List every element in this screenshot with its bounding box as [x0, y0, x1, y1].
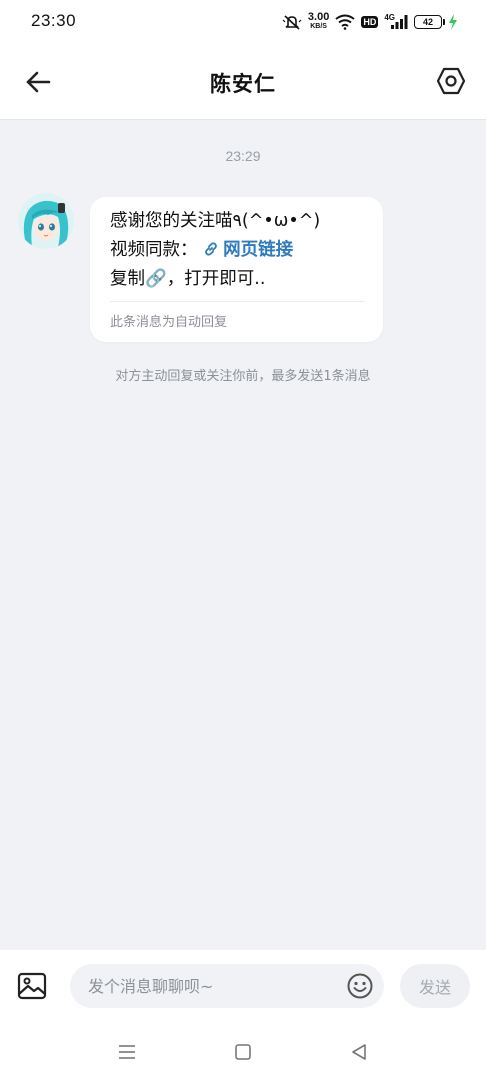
home-button[interactable]: [231, 1040, 255, 1064]
charging-bolt-icon: [448, 14, 458, 30]
web-link[interactable]: 网页链接: [203, 240, 293, 260]
status-icons: 3.00 KB/S HD 4G 42: [282, 10, 458, 34]
emoji-button[interactable]: [346, 972, 374, 1000]
chat-area[interactable]: 23:29 感谢您的关注喵٩(^•ω•^) 视频同款： 网页链接 复制🔗，打开即…: [0, 120, 486, 950]
message-line-3: 复制🔗，打开即可..: [110, 269, 266, 289]
network-type: 4G: [384, 12, 395, 22]
menu-icon: [119, 1045, 135, 1059]
auto-reply-note: 此条消息为自动回复: [110, 315, 228, 330]
message-input[interactable]: [70, 964, 384, 1008]
mute-bell-icon: [282, 14, 302, 30]
link-text: 网页链接: [223, 240, 294, 260]
message-line-2-prefix: 视频同款：: [110, 240, 198, 260]
message-bubble[interactable]: 感谢您的关注喵٩(^•ω•^) 视频同款： 网页链接 复制🔗，打开即可.. 此条…: [90, 197, 383, 342]
chat-header: 陈安仁: [0, 44, 486, 120]
emoji-icon: [347, 973, 373, 999]
message-line-1: 感谢您的关注喵٩(^•ω•^): [110, 211, 321, 231]
speed-value: 3.00: [307, 11, 330, 23]
status-time: 23:30: [31, 11, 77, 30]
recent-apps-button[interactable]: [115, 1040, 139, 1064]
message-limit-hint: 对方主动回复或关注你前，最多发送1条消息: [115, 369, 371, 384]
signal-icon: 4G: [384, 12, 408, 30]
image-icon: [17, 972, 47, 1000]
network-speed: 3.00 KB/S: [307, 11, 330, 31]
system-back-button[interactable]: [347, 1040, 371, 1064]
message-line-2: 视频同款： 网页链接: [110, 236, 365, 265]
link-icon: [205, 242, 217, 256]
system-nav-bar: [0, 1022, 486, 1080]
home-square-icon: [235, 1044, 251, 1060]
message-timestamp: 23:29: [225, 148, 261, 164]
avatar[interactable]: [18, 193, 74, 249]
image-button[interactable]: [16, 970, 48, 1002]
bubble-divider: [110, 301, 365, 302]
wifi-icon: [335, 14, 355, 30]
page-title: 陈安仁: [210, 72, 276, 96]
battery-indicator: 42: [414, 15, 445, 29]
back-triangle-icon: [352, 1044, 366, 1060]
hexagon-settings-icon: [436, 67, 466, 95]
hd-badge: HD: [361, 16, 379, 28]
status-bar: 23:30 3.00 KB/S HD 4G 42: [0, 0, 486, 44]
send-button[interactable]: 发送: [400, 964, 470, 1008]
input-bar: 发送: [0, 950, 486, 1022]
settings-button[interactable]: [434, 64, 468, 98]
speed-unit: KB/S: [310, 23, 327, 30]
